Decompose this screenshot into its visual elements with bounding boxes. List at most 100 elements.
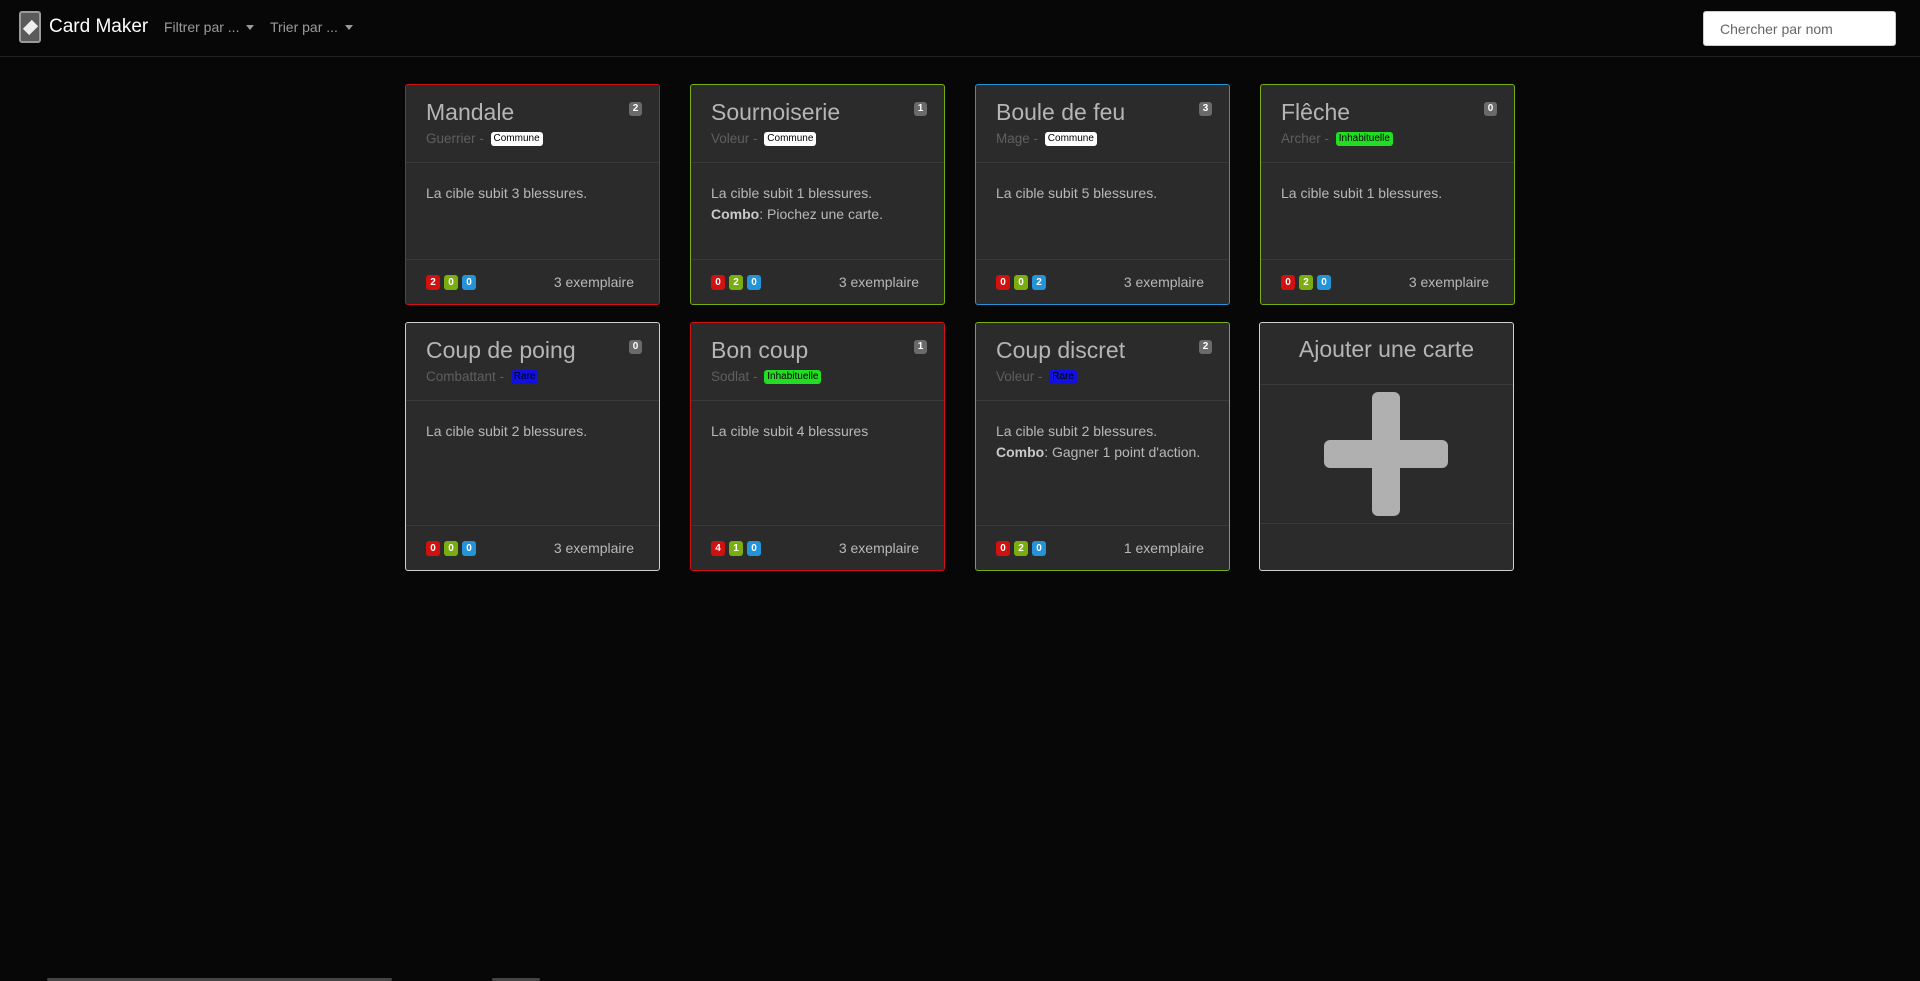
class-separator: - <box>1029 131 1042 146</box>
card[interactable]: Flêche Archer - Inhabituelle 0 La cible … <box>1260 84 1515 305</box>
card-header: Coup discret Voleur - Rare 2 <box>976 323 1229 401</box>
brand-link[interactable]: Card Maker <box>19 11 148 43</box>
card[interactable]: Coup discret Voleur - Rare 2 La cible su… <box>975 322 1230 571</box>
add-card-button[interactable]: Ajouter une carte <box>1259 322 1514 571</box>
card-header: Bon coup Sodlat - Inhabituelle 1 <box>691 323 944 401</box>
filter-dropdown[interactable]: Filtrer par ... <box>164 19 255 35</box>
cost-badge: 2 <box>1199 340 1212 354</box>
card[interactable]: Sournoiserie Voleur - Commune 1 La cible… <box>690 84 945 305</box>
card-body: La cible subit 1 blessures. Combo: Pioch… <box>691 163 944 225</box>
card-effect-text: La cible subit 5 blessures. <box>996 185 1158 201</box>
stat-badge-red: 0 <box>996 274 1010 290</box>
card-subtitle: Sodlat - Inhabituelle <box>711 369 924 384</box>
card-header: Boule de feu Mage - Commune 3 <box>976 85 1229 163</box>
stat-badge-green: 0 <box>444 274 458 290</box>
card-class: Mage <box>996 131 1030 146</box>
card-class: Voleur <box>711 131 750 146</box>
card-count: 3 exemplaire <box>553 274 634 290</box>
stat-badge-green: 0 <box>444 540 458 556</box>
stat-badge-blue: 2 <box>1032 274 1046 290</box>
rarity-badge: Inhabituelle <box>764 369 822 384</box>
card-body: La cible subit 4 blessures <box>691 401 944 442</box>
card-body: La cible subit 2 blessures. Combo: Gagne… <box>976 401 1229 463</box>
card-class: Archer <box>1281 131 1321 146</box>
card-body: La cible subit 3 blessures. <box>406 163 659 204</box>
card-subtitle: Guerrier - Commune <box>426 131 639 146</box>
cost-badge: 1 <box>914 102 927 116</box>
card-logo-icon <box>19 11 41 43</box>
stat-badge-green: 0 <box>1014 274 1028 290</box>
filter-dropdown-label: Filtrer par ... <box>164 19 240 35</box>
rarity-badge: Rare <box>510 369 539 384</box>
stat-badge-blue: 0 <box>747 540 761 556</box>
card-stats: 020 <box>711 274 761 290</box>
card-stats: 020 <box>1281 274 1331 290</box>
caret-down-icon <box>344 24 353 30</box>
card-header: Sournoiserie Voleur - Commune 1 <box>691 85 944 163</box>
rarity-badge: Inhabituelle <box>1335 131 1393 146</box>
stat-badge-red: 2 <box>426 274 440 290</box>
navbar: Card Maker Filtrer par ... Trier par ... <box>0 0 1920 57</box>
card[interactable]: Boule de feu Mage - Commune 3 La cible s… <box>975 84 1230 305</box>
card-body: La cible subit 5 blessures. <box>976 163 1229 204</box>
card-footer: 020 3 exemplaire <box>1261 259 1514 304</box>
stat-badge-green: 2 <box>1299 274 1313 290</box>
rarity-badge: Commune <box>1044 131 1097 146</box>
stat-badge-green: 2 <box>1014 540 1028 556</box>
card[interactable]: Bon coup Sodlat - Inhabituelle 1 La cibl… <box>690 322 945 571</box>
card-subtitle: Mage - Commune <box>996 131 1209 146</box>
card-count: 3 exemplaire <box>838 540 919 556</box>
card-effect-text: La cible subit 4 blessures <box>711 423 869 439</box>
card-stats: 002 <box>996 274 1046 290</box>
stat-badge-blue: 0 <box>1317 274 1331 290</box>
card-header: Coup de poing Combattant - Rare 0 <box>406 323 659 401</box>
card-header: Flêche Archer - Inhabituelle 0 <box>1261 85 1514 163</box>
card-title: Coup discret <box>996 337 1126 363</box>
combo-label: Combo <box>711 206 760 222</box>
card-count: 3 exemplaire <box>838 274 919 290</box>
card-combo: Combo: Piochez une carte. <box>711 206 883 222</box>
card-stats: 000 <box>426 540 476 556</box>
sort-dropdown[interactable]: Trier par ... <box>270 19 353 35</box>
cost-badge: 2 <box>629 102 642 116</box>
card-footer: 020 3 exemplaire <box>691 259 944 304</box>
add-card-title: Ajouter une carte <box>1260 323 1513 385</box>
card-subtitle: Voleur - Commune <box>711 131 924 146</box>
rarity-badge: Rare <box>1049 369 1077 384</box>
stat-badge-blue: 0 <box>1032 540 1046 556</box>
rarity-badge: Commune <box>764 131 817 146</box>
stat-badge-blue: 0 <box>462 274 476 290</box>
card-footer: 200 3 exemplaire <box>406 259 659 304</box>
card-count: 3 exemplaire <box>1408 274 1489 290</box>
card-count: 3 exemplaire <box>1123 274 1204 290</box>
card-class: Guerrier <box>426 131 476 146</box>
card[interactable]: Mandale Guerrier - Commune 2 La cible su… <box>405 84 660 305</box>
card-subtitle: Combattant - Rare <box>426 369 639 384</box>
card-subtitle: Voleur - Rare <box>996 369 1209 384</box>
card-effect-text: La cible subit 1 blessures. <box>711 185 873 201</box>
card-footer: 410 3 exemplaire <box>691 525 944 570</box>
card-count: 1 exemplaire <box>1123 540 1204 556</box>
card-class: Sodlat <box>711 369 750 384</box>
class-separator: - <box>475 131 488 146</box>
combo-text: Gagner 1 point d'action. <box>1052 444 1201 460</box>
class-separator: - <box>495 369 508 384</box>
card-class: Combattant <box>426 369 496 384</box>
card[interactable]: Coup de poing Combattant - Rare 0 La cib… <box>405 322 660 571</box>
card-stats: 020 <box>996 540 1046 556</box>
combo-text: Piochez une carte. <box>767 206 883 222</box>
stat-badge-red: 4 <box>711 540 725 556</box>
class-separator: - <box>749 369 762 384</box>
card-header: Mandale Guerrier - Commune 2 <box>406 85 659 163</box>
card-title: Coup de poing <box>426 337 576 363</box>
card-title: Boule de feu <box>996 99 1126 125</box>
card-subtitle: Archer - Inhabituelle <box>1281 131 1494 146</box>
card-stats: 410 <box>711 540 761 556</box>
search-input[interactable] <box>1703 11 1896 46</box>
card-title: Bon coup <box>711 337 809 363</box>
stat-badge-green: 2 <box>729 274 743 290</box>
card-combo: Combo: Gagner 1 point d'action. <box>996 444 1201 460</box>
card-body: La cible subit 2 blessures. <box>406 401 659 442</box>
card-count: 3 exemplaire <box>553 540 634 556</box>
cost-badge: 1 <box>914 340 927 354</box>
